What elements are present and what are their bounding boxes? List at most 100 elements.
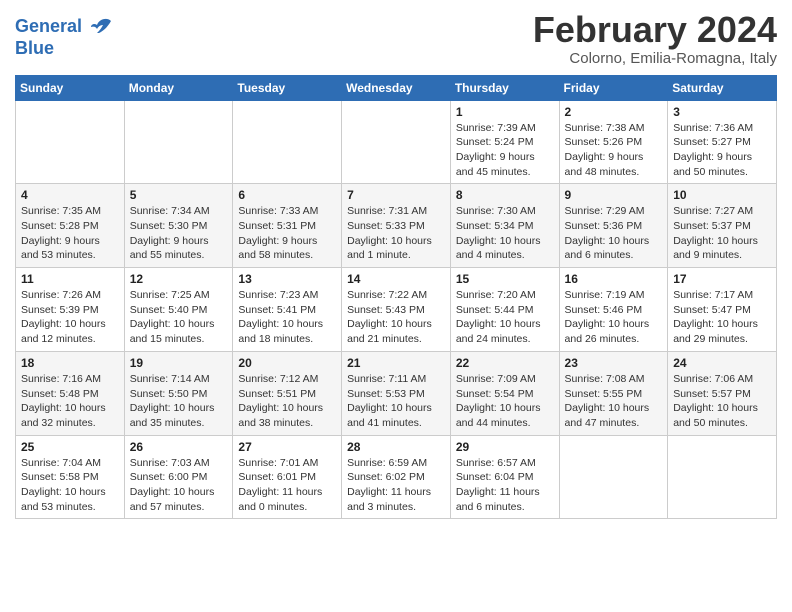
- calendar-cell: 24 Sunrise: 7:06 AMSunset: 5:57 PMDayligh…: [668, 351, 777, 435]
- calendar-cell: 18 Sunrise: 7:16 AMSunset: 5:48 PMDayligh…: [16, 351, 125, 435]
- day-info: Sunrise: 7:11 AMSunset: 5:53 PMDaylight:…: [347, 372, 445, 431]
- logo-general: General: [15, 16, 82, 36]
- day-number: 24: [673, 356, 771, 370]
- day-number: 16: [565, 272, 663, 286]
- calendar-cell: 22 Sunrise: 7:09 AMSunset: 5:54 PMDayligh…: [450, 351, 559, 435]
- calendar-header-monday: Monday: [124, 75, 233, 100]
- calendar-cell: 13 Sunrise: 7:23 AMSunset: 5:41 PMDayligh…: [233, 268, 342, 352]
- month-title: February 2024: [533, 10, 777, 50]
- calendar-cell: 29 Sunrise: 6:57 AMSunset: 6:04 PMDayligh…: [450, 435, 559, 519]
- calendar-cell: [668, 435, 777, 519]
- calendar-header-wednesday: Wednesday: [342, 75, 451, 100]
- calendar-cell: 15Sunrise: 7:20 AMSunset: 5:44 PMDayligh…: [450, 268, 559, 352]
- day-info: Sunrise: 7:36 AMSunset: 5:27 PMDaylight:…: [673, 121, 771, 180]
- logo-bird-icon: [89, 15, 113, 39]
- day-number: 11: [21, 272, 119, 286]
- calendar-cell: 7 Sunrise: 7:31 AMSunset: 5:33 PMDaylight…: [342, 184, 451, 268]
- calendar-week-2: 4 Sunrise: 7:35 AMSunset: 5:28 PMDaylight…: [16, 184, 777, 268]
- day-number: 28: [347, 440, 445, 454]
- logo: General Blue: [15, 15, 113, 59]
- day-number: 2: [565, 105, 663, 119]
- calendar-cell: 10 Sunrise: 7:27 AMSunset: 5:37 PMDayligh…: [668, 184, 777, 268]
- day-number: 14: [347, 272, 445, 286]
- day-number: 5: [130, 188, 228, 202]
- day-info: Sunrise: 7:25 AMSunset: 5:40 PMDaylight:…: [130, 288, 228, 347]
- calendar-cell: 17 Sunrise: 7:17 AMSunset: 5:47 PMDayligh…: [668, 268, 777, 352]
- day-number: 27: [238, 440, 336, 454]
- day-number: 7: [347, 188, 445, 202]
- day-info: Sunrise: 7:03 AMSunset: 6:00 PMDaylight:…: [130, 456, 228, 515]
- day-number: 1: [456, 105, 554, 119]
- day-number: 18: [21, 356, 119, 370]
- day-number: 15: [456, 272, 554, 286]
- day-number: 29: [456, 440, 554, 454]
- day-info: Sunrise: 6:57 AMSunset: 6:04 PMDaylight:…: [456, 456, 554, 515]
- calendar-cell: 27 Sunrise: 7:01 AMSunset: 6:01 PMDayligh…: [233, 435, 342, 519]
- day-info: Sunrise: 7:23 AMSunset: 5:41 PMDaylight:…: [238, 288, 336, 347]
- calendar-cell: 9 Sunrise: 7:29 AMSunset: 5:36 PMDaylight…: [559, 184, 668, 268]
- day-info: Sunrise: 7:14 AMSunset: 5:50 PMDaylight:…: [130, 372, 228, 431]
- calendar-cell: 2 Sunrise: 7:38 AMSunset: 5:26 PMDaylight…: [559, 100, 668, 184]
- day-number: 12: [130, 272, 228, 286]
- calendar-cell: 25 Sunrise: 7:04 AMSunset: 5:58 PMDayligh…: [16, 435, 125, 519]
- day-info: Sunrise: 7:27 AMSunset: 5:37 PMDaylight:…: [673, 204, 771, 263]
- day-info: Sunrise: 7:19 AMSunset: 5:46 PMDaylight:…: [565, 288, 663, 347]
- day-number: 10: [673, 188, 771, 202]
- day-info: Sunrise: 7:09 AMSunset: 5:54 PMDaylight:…: [456, 372, 554, 431]
- day-number: 25: [21, 440, 119, 454]
- day-info: Sunrise: 7:38 AMSunset: 5:26 PMDaylight:…: [565, 121, 663, 180]
- calendar-header-tuesday: Tuesday: [233, 75, 342, 100]
- calendar-header-row: SundayMondayTuesdayWednesdayThursdayFrid…: [16, 75, 777, 100]
- calendar-header-thursday: Thursday: [450, 75, 559, 100]
- day-number: 20: [238, 356, 336, 370]
- calendar-cell: [124, 100, 233, 184]
- calendar-header-saturday: Saturday: [668, 75, 777, 100]
- calendar-cell: 14 Sunrise: 7:22 AMSunset: 5:43 PMDayligh…: [342, 268, 451, 352]
- calendar-week-4: 18 Sunrise: 7:16 AMSunset: 5:48 PMDayligh…: [16, 351, 777, 435]
- day-info: Sunrise: 7:12 AMSunset: 5:51 PMDaylight:…: [238, 372, 336, 431]
- calendar-cell: 28 Sunrise: 6:59 AMSunset: 6:02 PMDayligh…: [342, 435, 451, 519]
- calendar-cell: 21Sunrise: 7:11 AMSunset: 5:53 PMDayligh…: [342, 351, 451, 435]
- calendar-cell: 19Sunrise: 7:14 AMSunset: 5:50 PMDayligh…: [124, 351, 233, 435]
- logo-line1: General: [15, 15, 113, 39]
- calendar-header-friday: Friday: [559, 75, 668, 100]
- day-number: 6: [238, 188, 336, 202]
- day-info: Sunrise: 7:22 AMSunset: 5:43 PMDaylight:…: [347, 288, 445, 347]
- calendar-cell: 4 Sunrise: 7:35 AMSunset: 5:28 PMDaylight…: [16, 184, 125, 268]
- day-number: 4: [21, 188, 119, 202]
- logo-line2: Blue: [15, 39, 113, 59]
- calendar-cell: [342, 100, 451, 184]
- calendar-cell: 23Sunrise: 7:08 AMSunset: 5:55 PMDayligh…: [559, 351, 668, 435]
- calendar-cell: 8Sunrise: 7:30 AMSunset: 5:34 PMDaylight…: [450, 184, 559, 268]
- calendar-cell: 1 Sunrise: 7:39 AMSunset: 5:24 PMDaylight…: [450, 100, 559, 184]
- day-info: Sunrise: 7:39 AMSunset: 5:24 PMDaylight:…: [456, 121, 554, 180]
- day-info: Sunrise: 7:31 AMSunset: 5:33 PMDaylight:…: [347, 204, 445, 263]
- day-info: Sunrise: 7:26 AMSunset: 5:39 PMDaylight:…: [21, 288, 119, 347]
- calendar-cell: [559, 435, 668, 519]
- day-info: Sunrise: 7:06 AMSunset: 5:57 PMDaylight:…: [673, 372, 771, 431]
- day-number: 9: [565, 188, 663, 202]
- day-info: Sunrise: 7:16 AMSunset: 5:48 PMDaylight:…: [21, 372, 119, 431]
- header: General Blue February 2024 Colorno, Emil…: [15, 10, 777, 67]
- calendar-cell: [233, 100, 342, 184]
- location-subtitle: Colorno, Emilia-Romagna, Italy: [533, 50, 777, 67]
- calendar-week-1: 1 Sunrise: 7:39 AMSunset: 5:24 PMDaylight…: [16, 100, 777, 184]
- day-info: Sunrise: 6:59 AMSunset: 6:02 PMDaylight:…: [347, 456, 445, 515]
- day-info: Sunrise: 7:29 AMSunset: 5:36 PMDaylight:…: [565, 204, 663, 263]
- calendar-cell: 11 Sunrise: 7:26 AMSunset: 5:39 PMDayligh…: [16, 268, 125, 352]
- day-info: Sunrise: 7:04 AMSunset: 5:58 PMDaylight:…: [21, 456, 119, 515]
- calendar-cell: 26Sunrise: 7:03 AMSunset: 6:00 PMDayligh…: [124, 435, 233, 519]
- day-number: 22: [456, 356, 554, 370]
- day-number: 3: [673, 105, 771, 119]
- day-info: Sunrise: 7:01 AMSunset: 6:01 PMDaylight:…: [238, 456, 336, 515]
- day-number: 13: [238, 272, 336, 286]
- calendar-header-sunday: Sunday: [16, 75, 125, 100]
- day-number: 17: [673, 272, 771, 286]
- day-number: 8: [456, 188, 554, 202]
- calendar-cell: 5Sunrise: 7:34 AMSunset: 5:30 PMDaylight…: [124, 184, 233, 268]
- day-info: Sunrise: 7:17 AMSunset: 5:47 PMDaylight:…: [673, 288, 771, 347]
- calendar-cell: 16 Sunrise: 7:19 AMSunset: 5:46 PMDayligh…: [559, 268, 668, 352]
- calendar-cell: 12 Sunrise: 7:25 AMSunset: 5:40 PMDayligh…: [124, 268, 233, 352]
- calendar-week-5: 25 Sunrise: 7:04 AMSunset: 5:58 PMDayligh…: [16, 435, 777, 519]
- day-info: Sunrise: 7:35 AMSunset: 5:28 PMDaylight:…: [21, 204, 119, 263]
